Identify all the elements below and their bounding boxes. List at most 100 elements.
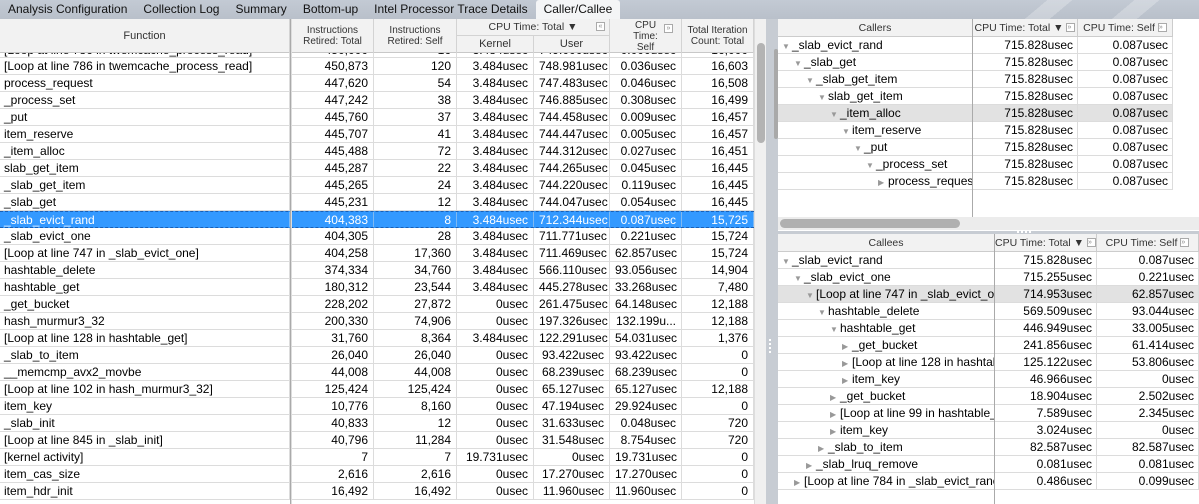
collapse-triangle-icon[interactable]: ▼ (794, 55, 804, 70)
column-header-function[interactable]: Function (0, 19, 290, 53)
table-row[interactable]: _item_alloc 445,488 72 3.484usec 744.312usec… (0, 143, 754, 160)
table-row[interactable]: item_reserve 445,707 41 3.484usec 744.447use… (0, 126, 754, 143)
column-header-cpu-time-total[interactable]: CPU Time: Total ▼ « (457, 19, 610, 36)
column-splitter[interactable] (972, 19, 973, 217)
column-splitter[interactable] (994, 234, 995, 504)
cpu-self-cell: 62.857usec (610, 245, 682, 261)
tree-node-name-cell: ▼ [Loop at line 747 in _slab_evict_or (778, 286, 995, 303)
tree-node-label: _put (864, 140, 888, 154)
column-header-instructions-self[interactable]: Instructions Retired: Self (374, 19, 457, 53)
column-header-callees-cpu-self[interactable]: CPU Time: Self» (1097, 234, 1199, 252)
collapse-triangle-icon[interactable]: ▼ (830, 321, 840, 336)
column-header-instructions-total[interactable]: Instructions Retired: Total (292, 19, 374, 53)
column-header-total-iteration-count[interactable]: Total Iteration Count: Total (682, 19, 754, 53)
expand-triangle-icon[interactable]: ▶ (842, 355, 852, 370)
table-row[interactable]: hash_murmur3_32 200,330 74,906 0usec 197.326… (0, 313, 754, 330)
iteration-count-cell: 16,445 (682, 160, 754, 176)
cpu-user-cell: 744.265usec (534, 160, 610, 176)
pane-splitter[interactable] (766, 19, 774, 504)
table-row[interactable]: _slab_get_item 445,265 24 3.484usec 744.220u… (0, 177, 754, 194)
expand-triangle-icon[interactable]: ▶ (842, 338, 852, 353)
collapse-triangle-icon[interactable]: ▼ (818, 89, 828, 104)
expand-triangle-icon[interactable]: ▶ (794, 474, 804, 489)
table-row[interactable]: hashtable_delete 374,334 34,760 3.484usec 56… (0, 262, 754, 279)
column-header-callers-cpu-total[interactable]: CPU Time: Total ▼» (973, 19, 1078, 37)
table-row[interactable]: _slab_init 40,833 12 0usec 31.633usec 0.048us… (0, 415, 754, 432)
table-row[interactable]: [Loop at line 845 in _slab_init] 40,796 11… (0, 432, 754, 449)
expand-triangle-icon[interactable]: ▶ (842, 372, 852, 387)
expand-triangle-icon[interactable]: ▶ (830, 423, 840, 438)
expand-triangle-icon[interactable]: ▶ (818, 440, 828, 455)
table-row[interactable]: [Loop at line 102 in hash_murmur3_32] 125… (0, 381, 754, 398)
callers-horizontal-scrollbar[interactable] (778, 217, 1199, 230)
table-row[interactable]: [Loop at line 786 in twemcache_process_r… (0, 58, 754, 75)
collapse-column-icon[interactable]: « (596, 22, 605, 31)
expand-triangle-icon[interactable]: ▶ (830, 389, 840, 404)
table-row[interactable]: item_hdr_init 16,492 16,492 0usec 11.960usec… (0, 483, 754, 500)
tree-node-name-cell: ▼ _slab_evict_one (778, 269, 995, 286)
table-row[interactable]: [Loop at line 747 in _slab_evict_one] 404… (0, 245, 754, 262)
tab-collection-log[interactable]: Collection Log (135, 0, 227, 19)
column-label: Callees (868, 236, 904, 249)
expand-triangle-icon[interactable]: ▶ (878, 174, 888, 189)
collapse-triangle-icon[interactable]: ▼ (842, 123, 852, 138)
expand-column-icon[interactable]: » (1066, 23, 1076, 32)
tab-caller-callee[interactable]: Caller/Callee (535, 0, 621, 19)
table-row[interactable]: slab_get_item 445,287 22 3.484usec 744.265us… (0, 160, 754, 177)
table-row[interactable]: _process_set 447,242 38 3.484usec 746.885use… (0, 92, 754, 109)
scrollbar-thumb[interactable] (780, 219, 960, 228)
cpu-self-cell: 68.239usec (610, 364, 682, 380)
collapse-triangle-icon[interactable]: ▼ (806, 287, 816, 302)
expand-column-icon[interactable]: » (664, 24, 673, 33)
function-grid-scrollbar[interactable] (754, 19, 766, 504)
table-row[interactable]: _slab_to_item 26,040 26,040 0usec 93.422usec… (0, 347, 754, 364)
expand-triangle-icon[interactable]: ▶ (806, 457, 816, 472)
table-row[interactable]: _put 445,760 37 3.484usec 744.458usec 0.009us… (0, 109, 754, 126)
instructions-self-cell: 8,160 (374, 398, 457, 414)
collapse-triangle-icon[interactable]: ▼ (794, 270, 804, 285)
expand-column-icon[interactable]: » (1180, 238, 1190, 247)
collapse-triangle-icon[interactable]: ▼ (818, 304, 828, 319)
function-name-cell: item_cas_size (0, 466, 290, 482)
collapse-triangle-icon[interactable]: ▼ (830, 106, 840, 121)
column-header-callers-cpu-self[interactable]: CPU Time: Self» (1078, 19, 1173, 37)
table-row[interactable]: hashtable_get 180,312 23,544 3.484usec 445.2… (0, 279, 754, 296)
expand-column-icon[interactable]: » (1086, 238, 1096, 247)
table-row[interactable]: [Loop at line 128 in hashtable_get] 31,76… (0, 330, 754, 347)
table-row[interactable]: item_key 10,776 8,160 0usec 47.194usec 29.924… (0, 398, 754, 415)
instructions-total-cell: 445,287 (290, 160, 374, 176)
scrollbar-thumb[interactable] (757, 43, 765, 143)
expand-triangle-icon[interactable]: ▶ (830, 406, 840, 421)
collapse-triangle-icon[interactable]: ▼ (782, 38, 792, 53)
column-header-callees-cpu-total[interactable]: CPU Time: Total ▼» (995, 234, 1097, 252)
collapse-triangle-icon[interactable]: ▼ (854, 140, 864, 155)
table-row[interactable]: item_cas_size 2,616 2,616 0usec 17.270usec 17… (0, 466, 754, 483)
instructions-self-cell: 11,284 (374, 432, 457, 448)
table-row[interactable]: __memcmp_avx2_movbe 44,008 44,008 0usec 68.2… (0, 364, 754, 381)
cpu-user-cell: 122.291usec (534, 330, 610, 346)
table-row[interactable]: _get_bucket 228,202 27,872 0usec 261.475usec… (0, 296, 754, 313)
collapse-triangle-icon[interactable]: ▼ (806, 72, 816, 87)
tab-bottom-up[interactable]: Bottom-up (295, 0, 366, 19)
instructions-self-cell: 2,616 (374, 466, 457, 482)
tab-summary[interactable]: Summary (227, 0, 294, 19)
column-header-user[interactable]: User (534, 36, 610, 53)
table-row[interactable]: process_request 447,620 54 3.484usec 747.483… (0, 75, 754, 92)
table-row[interactable]: _slab_evict_one 404,305 28 3.484usec 711.771… (0, 228, 754, 245)
expand-column-icon[interactable]: » (1157, 23, 1167, 32)
collapse-triangle-icon[interactable]: ▼ (782, 253, 792, 268)
tab-intel-processor-trace-details[interactable]: Intel Processor Trace Details (366, 0, 535, 19)
column-header-callers[interactable]: Callers (778, 19, 973, 37)
column-splitter[interactable] (290, 19, 292, 504)
table-row[interactable]: [kernel activity] 7 7 19.731usec 0usec 19.731… (0, 449, 754, 466)
table-row[interactable]: _slab_evict_rand 404,383 8 3.484usec 712.344… (0, 211, 754, 228)
collapse-triangle-icon[interactable]: ▼ (866, 157, 876, 172)
column-header-cpu-time-self[interactable]: CPU Time: Self » (610, 19, 682, 53)
column-header-kernel[interactable]: Kernel (457, 36, 534, 53)
column-header-callees[interactable]: Callees (778, 234, 995, 252)
cpu-self-cell: 64.148usec (610, 296, 682, 312)
tree-node-label: _slab_lruq_remove (816, 457, 919, 471)
tab-analysis-configuration[interactable]: Analysis Configuration (0, 0, 135, 19)
cpu-total-cell: 446.949usec (995, 320, 1097, 337)
table-row[interactable]: _slab_get 445,231 12 3.484usec 744.047usec 0.… (0, 194, 754, 211)
